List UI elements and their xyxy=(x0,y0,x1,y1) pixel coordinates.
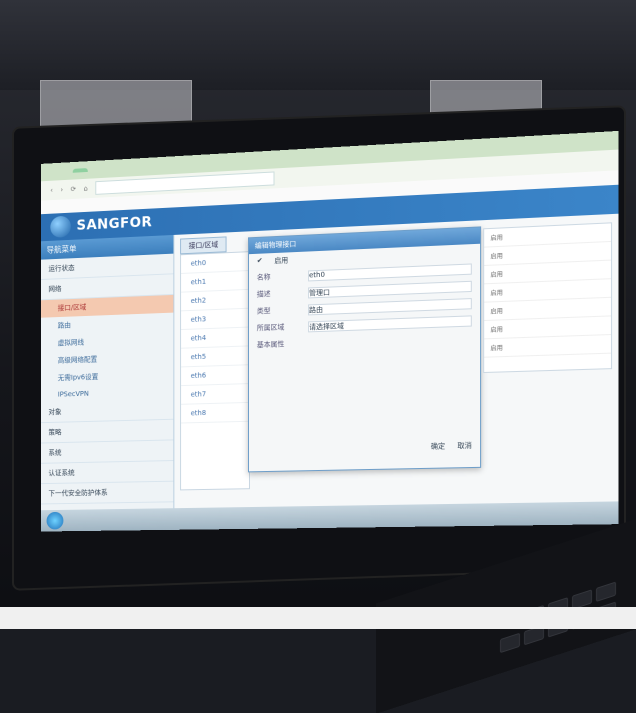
list-item[interactable]: eth8 xyxy=(181,402,249,424)
interface-list: eth0 eth1 eth2 eth3 eth4 eth5 eth6 eth7 … xyxy=(180,251,250,491)
sidebar-item-ngfw[interactable]: 下一代安全防护体系 xyxy=(40,481,174,505)
grid-row: 启用 xyxy=(484,335,612,358)
field-label: 类型 xyxy=(256,306,271,316)
list-item[interactable]: eth5 xyxy=(181,346,249,368)
confirm-button[interactable]: 确定 xyxy=(431,441,445,451)
main-content: 接口/区域 eth0 eth1 eth2 eth3 eth4 eth5 eth6… xyxy=(174,213,619,530)
browser-tab[interactable] xyxy=(72,168,88,173)
start-button-icon[interactable] xyxy=(46,511,64,530)
back-icon[interactable]: ‹ xyxy=(50,186,53,194)
home-icon[interactable]: ⌂ xyxy=(84,185,88,193)
monitor: ‹ › ⟳ ⌂ SANGFOR 导航菜单 运行状态 网络 接口/区域 路由 虚拟… xyxy=(14,107,624,589)
sangfor-logo-icon xyxy=(50,215,71,238)
list-item[interactable]: eth4 xyxy=(181,327,249,349)
reload-icon[interactable]: ⟳ xyxy=(71,185,77,193)
brand-name: SANGFOR xyxy=(76,214,153,234)
edit-interface-dialog: 编辑物理接口 ✔ 启用 名称 eth0 描述 管理口 类型 路由 所属区域 请选… xyxy=(248,226,482,473)
list-item[interactable]: eth6 xyxy=(181,365,249,387)
field-label: 所属区域 xyxy=(256,323,285,333)
check-icon[interactable]: ✔ xyxy=(257,257,263,267)
dialog-actions: 确定 取消 xyxy=(249,437,480,458)
interface-grid: 启用 启用 启用 启用 启用 启用 启用 xyxy=(483,222,613,374)
cancel-button[interactable]: 取消 xyxy=(457,441,471,451)
field-label: 基本属性 xyxy=(256,340,285,350)
page-edge xyxy=(0,607,636,629)
list-item[interactable]: eth7 xyxy=(181,384,249,405)
screen: ‹ › ⟳ ⌂ SANGFOR 导航菜单 运行状态 网络 接口/区域 路由 虚拟… xyxy=(40,130,619,532)
forward-icon[interactable]: › xyxy=(60,186,63,194)
app-body: 导航菜单 运行状态 网络 接口/区域 路由 虚拟网线 高级网络配置 无需Ipv6… xyxy=(40,213,619,532)
sidebar: 导航菜单 运行状态 网络 接口/区域 路由 虚拟网线 高级网络配置 无需Ipv6… xyxy=(40,234,175,532)
enable-label: 启用 xyxy=(274,256,289,265)
wall-background xyxy=(0,0,636,90)
list-item[interactable]: eth3 xyxy=(181,308,249,331)
key xyxy=(500,632,520,654)
key xyxy=(596,581,616,602)
sidebar-item-system[interactable]: 系统 xyxy=(40,440,174,464)
sidebar-item-auth[interactable]: 认证系统 xyxy=(40,461,174,485)
field-label: 名称 xyxy=(256,273,271,282)
photo-scene: ‹ › ⟳ ⌂ SANGFOR 导航菜单 运行状态 网络 接口/区域 路由 虚拟… xyxy=(0,0,636,713)
field-label: 描述 xyxy=(256,289,271,299)
